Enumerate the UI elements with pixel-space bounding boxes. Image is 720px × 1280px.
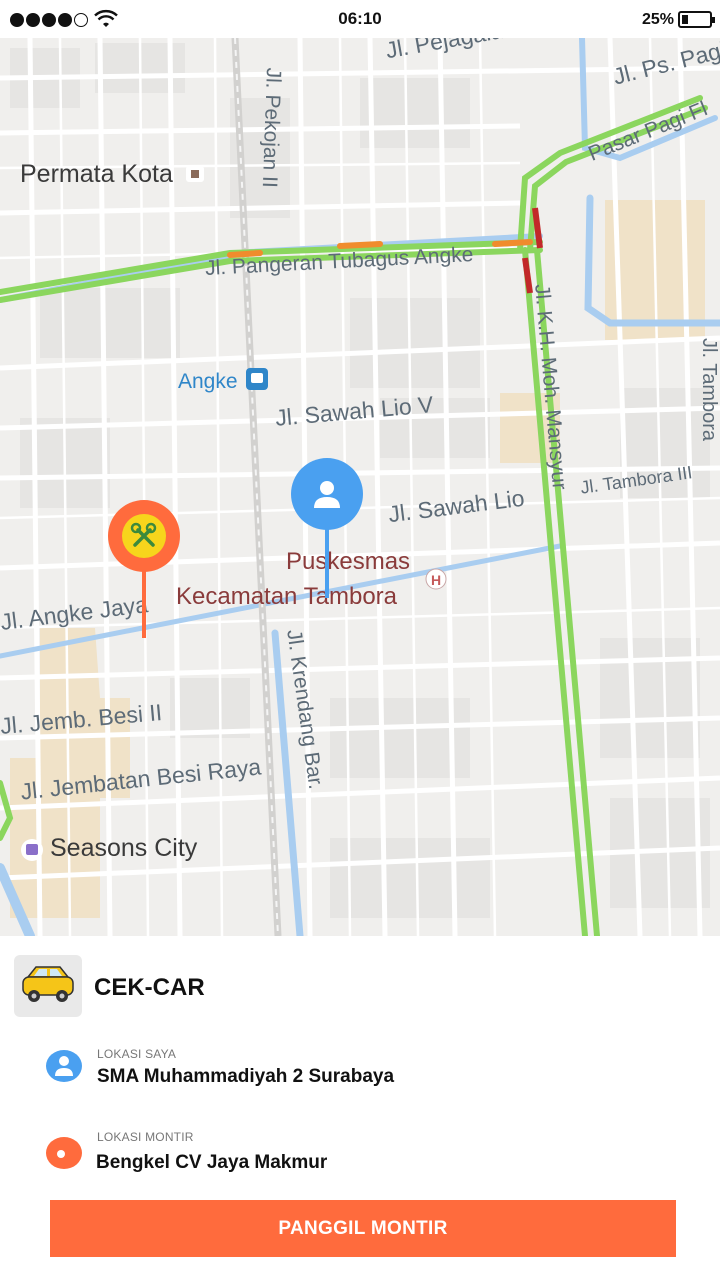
app-title: CEK-CAR [94,974,205,1001]
tools-icon [122,514,166,558]
map-label-permata-kota: Permata Kota [20,160,173,188]
map-label-kecamatan-tambora: Kecamatan Tambora [176,583,398,610]
my-location-icon [46,1050,82,1082]
mechanic-location-caption: LOKASI MONTIR [97,1130,194,1144]
user-icon [291,458,363,530]
car-icon [14,955,82,1017]
mechanic-location-icon [46,1137,82,1169]
map-label-tambora: Jl. Tambora [698,338,720,442]
battery-percentage: 25% [641,11,674,28]
map-label-seasons-city: Seasons City [50,834,198,862]
mechanic-pin-head [108,500,180,572]
user-location-pin[interactable] [291,458,363,600]
map-label-pekojan: Jl. Pekojan II [257,67,285,189]
my-location-value[interactable]: SMA Muhammadiyah 2 Surabaya [97,1066,394,1088]
user-pin-stem [325,518,329,598]
battery-icon [678,11,715,28]
mechanic-location-value[interactable]: Bengkel CV Jaya Makmur [96,1152,327,1174]
status-bar: 06:10 25% [0,0,720,38]
my-location-caption: LOKASI SAYA [97,1047,177,1061]
mechanic-location-pin[interactable] [108,500,180,640]
map-view[interactable]: H Jl. Pejagalan Jl. Pekojan II Jl. Ps. P… [0,38,720,936]
call-mechanic-button[interactable]: PANGGIL MONTIR [50,1200,676,1257]
map-label-angke-station: Angke [178,370,238,393]
bottom-sheet: CEK-CAR LOKASI SAYA SMA Muhammadiyah 2 S… [0,936,720,1280]
clock: 06:10 [338,9,382,28]
svg-text:H: H [431,572,441,588]
